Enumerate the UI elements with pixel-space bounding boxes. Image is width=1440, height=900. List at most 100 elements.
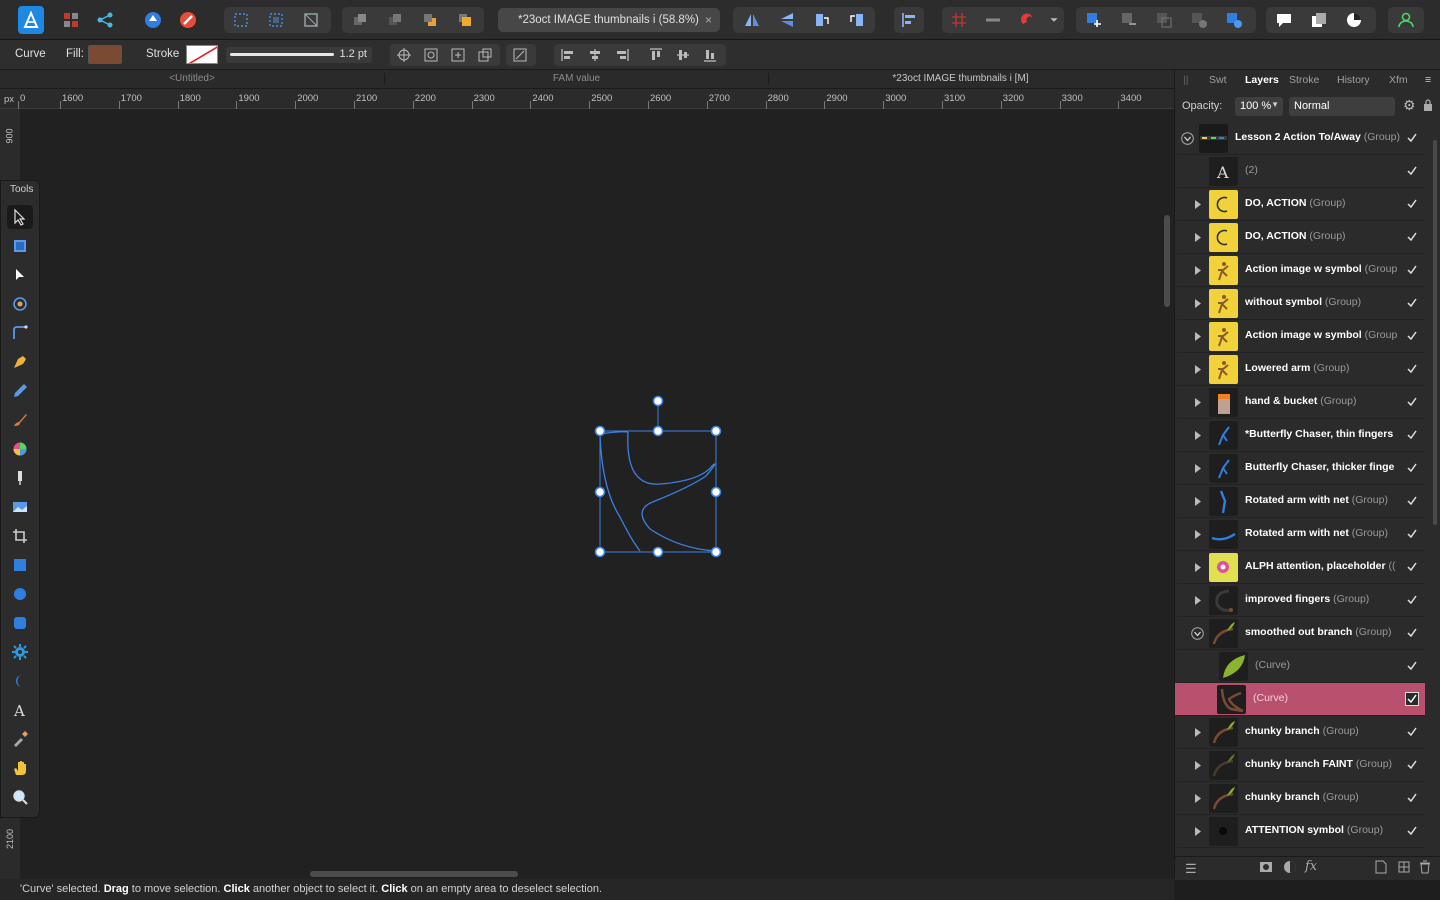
layer-row[interactable]: smoothed out branch (Group) [1177,617,1425,650]
selected-curve-artwork[interactable] [20,109,1174,879]
layer-visibility-checkbox[interactable] [1405,164,1419,178]
panel-grip-icon[interactable]: || [1183,74,1188,86]
expand-layer-icon[interactable] [1194,398,1204,408]
layer-visibility-checkbox[interactable] [1405,263,1419,277]
expand-layer-icon[interactable] [1194,200,1204,210]
flip-horizontal-icon[interactable] [739,8,765,32]
delete-layer-icon[interactable] [1419,860,1431,874]
rectangle-tool[interactable] [7,553,33,577]
bounding-box-icon[interactable] [512,47,528,63]
cog-shape-tool[interactable] [7,640,33,664]
align-top-icon[interactable] [648,47,664,63]
layer-row[interactable]: *Butterfly Chaser, thin fingers [1177,419,1425,452]
show-selection-box-icon[interactable] [423,47,439,63]
move-back-one-icon[interactable] [382,8,408,32]
align-left-icon[interactable] [560,47,576,63]
select-none-icon[interactable] [263,8,289,32]
layer-row[interactable]: chunky branch FAINT (Group) [1177,749,1425,782]
node-tool[interactable] [7,263,33,287]
xor-geometry-icon[interactable] [1186,8,1212,32]
panel-menu-icon[interactable]: ≡ [1425,74,1431,86]
layer-row[interactable]: Action image w symbol (Group [1177,320,1425,353]
expand-layer-icon[interactable] [1194,299,1204,309]
layer-visibility-checkbox[interactable] [1405,428,1419,442]
rounded-rectangle-tool[interactable] [7,611,33,635]
layer-visibility-checkbox[interactable] [1405,296,1419,310]
layer-visibility-checkbox[interactable] [1405,560,1419,574]
layer-visibility-checkbox[interactable] [1405,131,1419,145]
align-icon[interactable] [896,8,922,32]
ellipse-tool[interactable] [7,582,33,606]
expand-layer-icon[interactable] [1194,530,1204,540]
layer-visibility-checkbox[interactable] [1405,791,1419,805]
add-pixel-layer-icon[interactable] [1375,860,1387,874]
rotate-right-icon[interactable] [844,8,870,32]
subtract-geometry-icon[interactable] [1116,8,1142,32]
color-wheel-icon[interactable] [1341,8,1367,32]
layer-visibility-checkbox[interactable] [1405,461,1419,475]
pencil-tool[interactable] [7,379,33,403]
expand-layer-icon[interactable] [1194,365,1204,375]
layer-visibility-checkbox[interactable] [1405,758,1419,772]
canvas[interactable] [20,109,1174,879]
layer-visibility-checkbox[interactable] [1405,197,1419,211]
layer-visibility-checkbox[interactable] [1405,362,1419,376]
scale-with-object-icon[interactable] [450,47,466,63]
document-title-tab[interactable]: *23oct IMAGE thumbnails i (58.8%) × [498,8,720,32]
move-tool[interactable] [7,205,33,229]
divide-geometry-icon[interactable] [1221,8,1247,32]
mask-layer-icon[interactable] [1259,860,1273,874]
settings-gear-icon[interactable]: ⚙ [1403,97,1416,114]
align-center-icon[interactable] [587,47,603,63]
expand-layer-icon[interactable] [1194,266,1204,276]
crescent-tool[interactable] [7,669,33,693]
transform-objects-separately-icon[interactable] [477,47,493,63]
transparency-tool[interactable] [7,466,33,490]
move-to-front-icon[interactable] [452,8,478,32]
layer-visibility-checkbox[interactable] [1405,593,1419,607]
fill-color-swatch[interactable] [88,45,122,64]
layer-visibility-checkbox[interactable] [1405,527,1419,541]
view-tool[interactable] [7,756,33,780]
tab-history[interactable]: History [1337,74,1370,86]
stroke-width-slider[interactable]: 1.2 pt [226,47,372,63]
expand-layer-icon[interactable] [1194,332,1204,342]
layer-visibility-checkbox[interactable] [1405,329,1419,343]
layer-row[interactable]: improved fingers (Group) [1177,584,1425,617]
layer-row[interactable]: Lowered arm (Group) [1177,353,1425,386]
layer-visibility-checkbox[interactable] [1405,494,1419,508]
stroke-color-swatch[interactable] [186,45,218,64]
layers-scrollbar[interactable] [1433,140,1437,525]
horizontal-scrollbar[interactable] [310,871,518,877]
text-tool[interactable]: A [7,698,33,722]
fill-tool[interactable] [7,437,33,461]
expand-layer-icon[interactable] [1194,464,1204,474]
layer-visibility-checkbox[interactable] [1405,692,1419,706]
corner-tool[interactable] [7,321,33,345]
intersect-geometry-icon[interactable] [1151,8,1177,32]
layer-visibility-checkbox[interactable] [1405,824,1419,838]
expand-layer-icon[interactable] [1194,827,1204,837]
align-bottom-icon[interactable] [702,47,718,63]
layer-row[interactable]: ATTENTION symbol (Group) [1177,815,1425,848]
layer-row[interactable]: (Curve) [1175,683,1425,716]
layer-row[interactable]: chunky branch (Group) [1177,716,1425,749]
layer-row[interactable]: DO, ACTION (Group) [1177,221,1425,254]
layer-row[interactable]: Rotated arm with net (Group) [1177,518,1425,551]
place-image-tool[interactable] [7,495,33,519]
zoom-tool[interactable] [7,785,33,809]
layer-row[interactable]: A (2) [1177,155,1425,188]
snap-option-icon[interactable] [980,8,1006,32]
layer-row[interactable]: ALPH attention, placeholder (( [1177,551,1425,584]
expand-layer-icon[interactable] [1194,794,1204,804]
tab-transform[interactable]: Xfm [1389,74,1408,86]
doc-tab-untitled[interactable]: <Untitled> [0,73,384,84]
share-icon[interactable] [92,8,118,32]
tab-swatches[interactable]: Swt [1209,74,1227,86]
brush-tool[interactable] [7,408,33,432]
expand-layer-icon[interactable] [1194,761,1204,771]
doc-tab-fam-value[interactable]: FAM value [384,73,768,84]
horizontal-ruler[interactable]: px 0 1600 1700 1800 1900 2000 2100 2200 2300 2400… [0,89,1174,109]
layer-row[interactable]: (Curve) [1177,650,1425,683]
pen-tool[interactable] [7,350,33,374]
